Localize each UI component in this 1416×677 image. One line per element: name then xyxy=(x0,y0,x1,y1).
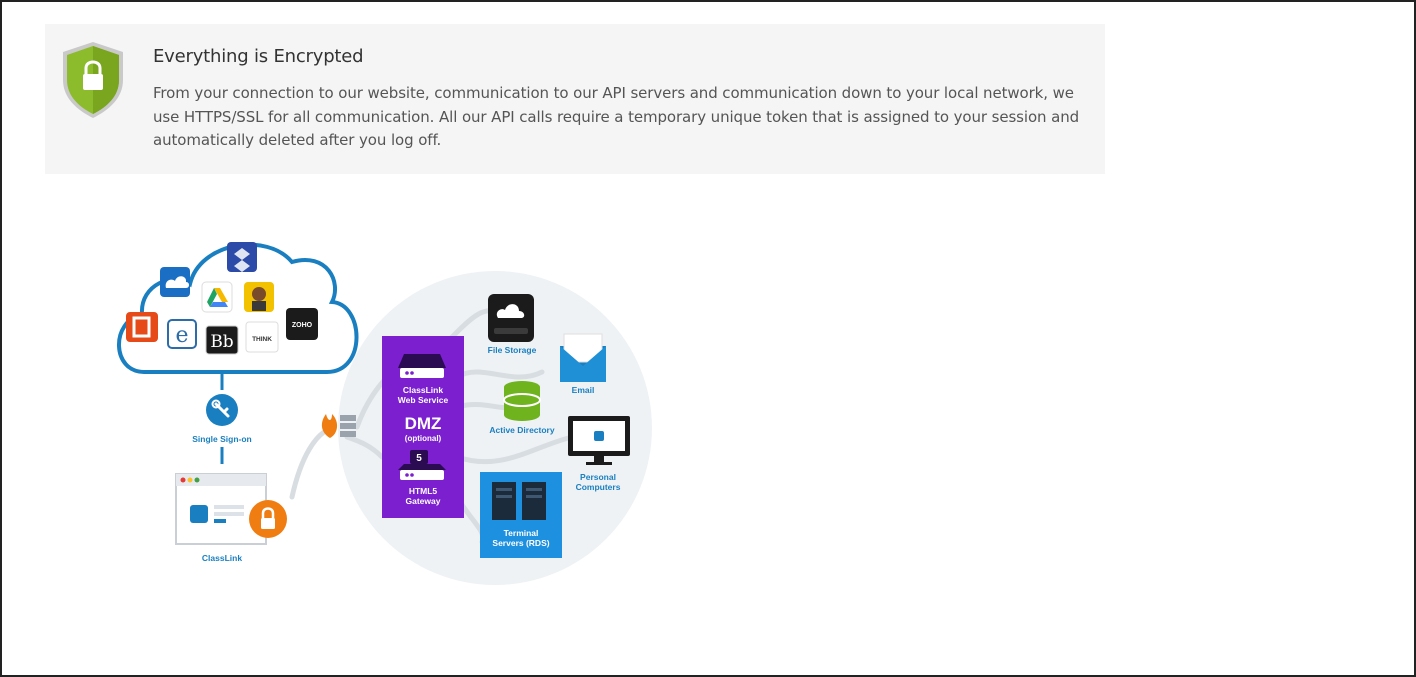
office-icon xyxy=(126,312,158,342)
shield-lock-icon xyxy=(63,42,123,118)
screenshot-frame: Everything is Encrypted From your connec… xyxy=(0,0,1416,677)
diagram-graphics: e Bb THINK ZOHO 5 xyxy=(117,242,652,585)
file-storage-label: File Storage xyxy=(487,345,537,355)
file-storage-icon xyxy=(488,294,534,342)
panel-description: From your connection to our website, com… xyxy=(153,84,1080,149)
web-service-server-icon xyxy=(398,354,446,368)
html5-badge-label: 5 xyxy=(416,453,422,464)
blackboard-icon: Bb xyxy=(205,325,239,355)
active-directory-label: Active Directory xyxy=(489,425,555,435)
dmz-optional-label: (optional) xyxy=(404,434,442,443)
avatar-app-icon xyxy=(244,282,274,312)
onedrive-icon xyxy=(160,267,190,297)
panel-title: Everything is Encrypted xyxy=(153,46,364,67)
zoho-icon: ZOHO xyxy=(286,308,318,340)
think-icon: THINK xyxy=(245,321,279,353)
dmz-label: DMZ xyxy=(404,414,442,433)
lock-icon xyxy=(249,500,287,538)
gateway-label: HTML5 Gateway xyxy=(405,486,441,506)
zoho-label: ZOHO xyxy=(292,322,313,329)
think-label: THINK xyxy=(252,336,272,343)
sso-label: Single Sign-on xyxy=(192,434,252,444)
edge-e-icon: e xyxy=(167,319,197,349)
email-label: Email xyxy=(571,385,595,395)
google-drive-icon xyxy=(201,281,233,313)
blackboard-label: Bb xyxy=(210,332,233,352)
dropbox-icon xyxy=(227,242,257,272)
network-diagram: e Bb THINK ZOHO 5 Single Sign-on ClassLi… xyxy=(102,222,662,592)
encryption-panel: Everything is Encrypted From your connec… xyxy=(45,24,1105,174)
database-icon xyxy=(503,381,541,421)
terminal-servers-label: Terminal Servers (RDS) xyxy=(492,528,550,548)
svg-text:e: e xyxy=(175,323,188,348)
web-service-label: ClassLink Web Service xyxy=(397,385,449,405)
email-icon xyxy=(560,333,606,382)
classlink-label: ClassLink xyxy=(201,553,243,563)
personal-computers-label: Personal Computers xyxy=(575,472,621,492)
